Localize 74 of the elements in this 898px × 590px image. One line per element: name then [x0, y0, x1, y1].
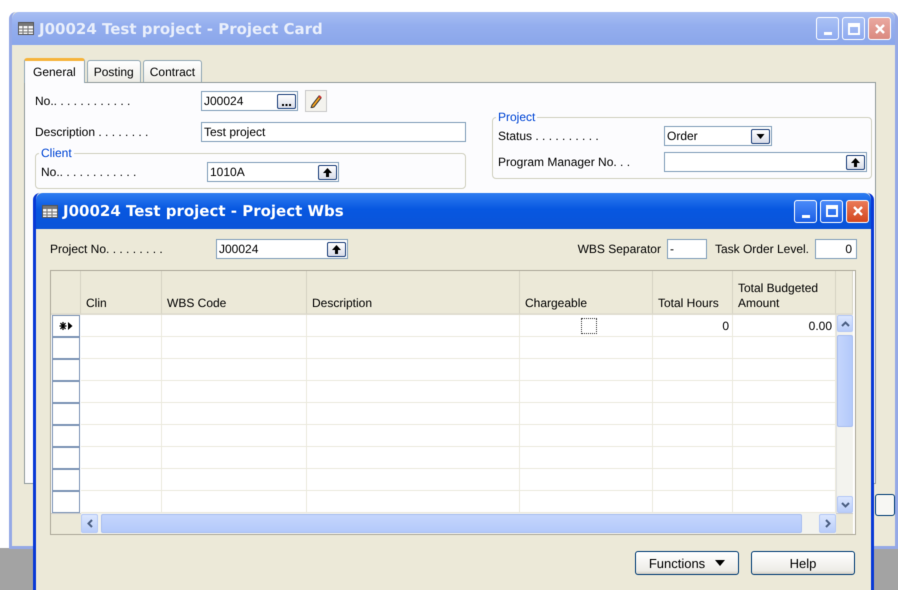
table-cell: 0 [653, 315, 733, 337]
scroll-right-button[interactable] [819, 514, 836, 533]
button[interactable] [875, 494, 895, 516]
group-title: Project [496, 110, 538, 124]
arrow-up-icon [331, 243, 342, 255]
input-field[interactable]: Order [664, 126, 772, 146]
chevron-left-icon [86, 519, 92, 528]
scroll-up-button[interactable] [837, 315, 853, 332]
column-header[interactable]: Clin [81, 271, 162, 315]
group-title: Client [39, 146, 74, 160]
pencil-icon [309, 94, 323, 108]
input-field[interactable]: - [666, 239, 707, 259]
close-icon [852, 205, 864, 217]
field-label: Task Order Level. [714, 242, 809, 256]
chevron-up-icon [840, 320, 850, 326]
column-header[interactable]: Total Hours [653, 271, 733, 315]
window-title: J00024 Test project - Project Card [39, 20, 323, 38]
input-field[interactable] [664, 152, 867, 172]
column-header[interactable]: Total Budgeted Amount [733, 271, 836, 315]
input-field[interactable]: J00024 [201, 91, 298, 111]
caret-down-icon [715, 560, 726, 566]
minimize-button[interactable] [794, 200, 817, 222]
table-icon [42, 204, 58, 218]
scrollbar-corner [51, 513, 81, 534]
maximize-icon [848, 22, 860, 34]
tab[interactable]: General [24, 58, 85, 83]
chevron-right-icon [824, 519, 830, 528]
assist-button[interactable] [277, 94, 296, 108]
field-label: Program Manager No. . . [498, 155, 632, 169]
maximize-button[interactable] [820, 200, 843, 222]
dropdown-button[interactable] [751, 128, 770, 144]
scroll-left-button[interactable] [81, 514, 98, 533]
table-icon [18, 22, 34, 35]
column-header[interactable]: WBS Code [162, 271, 307, 315]
minimize-icon [802, 214, 810, 218]
help-button[interactable]: Help [751, 551, 855, 575]
arrow-up-icon [322, 166, 333, 178]
input-field[interactable]: 1010A [207, 162, 339, 182]
lookup-button[interactable] [327, 242, 346, 256]
field-label: No.. . . . . . . . . . . . [41, 165, 138, 179]
field-label: Description . . . . . . . . [35, 125, 150, 139]
column-header[interactable]: Description [307, 271, 520, 315]
vertical-scrollbar[interactable] [836, 315, 853, 513]
checkbox[interactable] [580, 318, 596, 334]
scroll-down-button[interactable] [837, 496, 853, 513]
functions-button[interactable]: Functions [635, 551, 739, 575]
tab[interactable]: Posting [86, 60, 141, 82]
lookup-button[interactable] [318, 164, 337, 180]
horizontal-scrollbar[interactable] [81, 513, 836, 534]
column-header [836, 271, 853, 315]
arrow-up-icon [850, 156, 861, 168]
maximize-icon [826, 205, 838, 217]
scrollbar-corner [836, 513, 853, 534]
new-row-icon [59, 321, 73, 331]
field-label: Status . . . . . . . . . . [498, 129, 600, 143]
input-field[interactable]: Test project [201, 122, 466, 142]
column-header [51, 271, 81, 315]
minimize-icon [824, 32, 832, 35]
lookup-button[interactable] [846, 154, 865, 170]
window-title: J00024 Test project - Project Wbs [63, 202, 344, 220]
input-field[interactable]: 0 [815, 239, 857, 259]
field-label: No.. . . . . . . . . . . . [35, 94, 132, 108]
edit-button[interactable] [305, 90, 327, 112]
row-selector[interactable] [52, 315, 80, 337]
column-header[interactable]: Chargeable [520, 271, 653, 315]
chevron-down-icon [840, 502, 850, 508]
input-field[interactable]: J00024 [216, 239, 348, 259]
field-label: WBS Separator [578, 242, 661, 256]
scroll-thumb[interactable] [101, 514, 802, 533]
close-icon [874, 22, 886, 34]
tab[interactable]: Contract [142, 60, 202, 82]
scroll-thumb[interactable] [837, 335, 853, 427]
field-label: Project No. . . . . . . . . [50, 242, 164, 256]
close-button[interactable] [846, 200, 869, 222]
